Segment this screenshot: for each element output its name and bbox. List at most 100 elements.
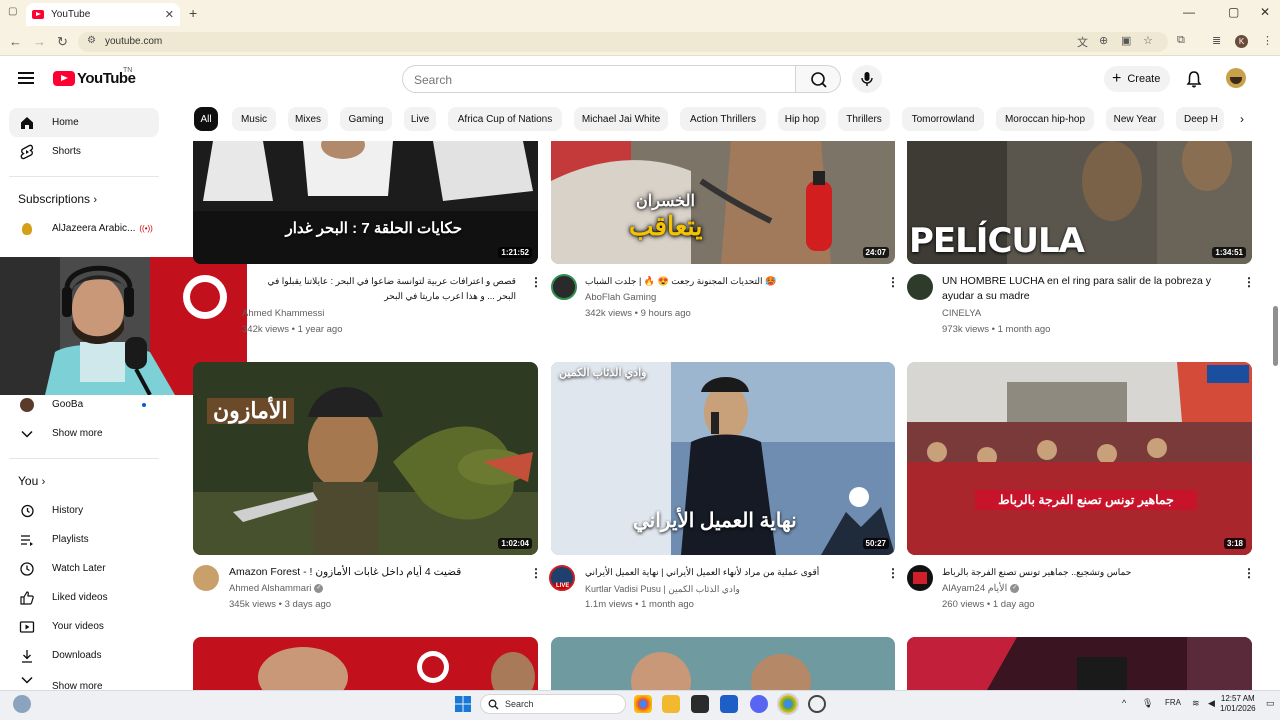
sidebar-item-downloads[interactable]: Downloads xyxy=(9,641,159,670)
taskbar-clock[interactable]: 12:57 AM 1/01/2026 xyxy=(1220,694,1256,714)
voice-search-button[interactable] xyxy=(852,65,882,93)
tab-search-icon[interactable]: ▢ xyxy=(8,6,17,17)
more-options-icon[interactable]: ⋮ xyxy=(1243,566,1255,580)
search-input[interactable]: Search xyxy=(402,65,796,93)
chip-mixes[interactable]: Mixes xyxy=(288,107,328,131)
extensions-icon[interactable]: ⧉ xyxy=(1177,34,1185,47)
notifications-tray-icon[interactable]: ▭ xyxy=(1266,698,1275,709)
video-channel[interactable]: Ahmed Khammessi xyxy=(242,306,324,322)
chrome-icon[interactable] xyxy=(634,695,652,713)
tab-close-icon[interactable]: ✕ xyxy=(165,8,174,21)
subscriptions-heading[interactable]: Subscriptions › xyxy=(18,192,97,206)
sidebar-item-home[interactable]: Home xyxy=(9,108,159,137)
browser-menu-icon[interactable]: ⋮ xyxy=(1262,34,1273,47)
chip-all[interactable]: All xyxy=(194,107,218,131)
reading-list-icon[interactable]: ≣ xyxy=(1212,34,1221,47)
chevron-right-icon[interactable]: › xyxy=(1240,112,1244,126)
store-icon[interactable] xyxy=(691,695,709,713)
weather-icon[interactable] xyxy=(13,695,31,713)
forward-icon[interactable]: → xyxy=(33,34,46,49)
bookmark-star-icon[interactable]: ☆ xyxy=(1143,34,1153,47)
search-button[interactable] xyxy=(795,65,841,93)
address-bar[interactable] xyxy=(78,32,1168,52)
youtube-logo[interactable]: YouTube TN xyxy=(53,67,136,87)
chip-thrillers[interactable]: Thrillers xyxy=(838,107,890,131)
video-thumbnail[interactable]: الأمازون 1:02:04 xyxy=(193,362,538,555)
sidebar-item-playlists[interactable]: Playlists xyxy=(9,525,159,554)
video-channel[interactable]: Kurtlar Vadisi Pusu | وادي الذئاب الكمين xyxy=(585,581,740,597)
chip-tomorrowland[interactable]: Tomorrowland xyxy=(902,107,984,131)
video-thumbnail[interactable] xyxy=(551,637,895,690)
more-options-icon[interactable]: ⋮ xyxy=(530,566,542,580)
chevron-up-icon[interactable]: ^ xyxy=(1122,698,1126,708)
sidebar-item-watch-later[interactable]: Watch Later xyxy=(9,554,159,583)
taskbar-search-input[interactable]: Search xyxy=(480,694,626,714)
file-explorer-icon[interactable] xyxy=(662,695,680,713)
discord-icon[interactable] xyxy=(750,695,768,713)
microphone-icon[interactable]: 🎙︎ xyxy=(1142,698,1153,709)
zoom-icon[interactable]: ⊕ xyxy=(1099,34,1108,47)
video-thumbnail[interactable]: وادي الذئاب الكمين نهاية العميل الأيراني… xyxy=(551,362,895,555)
video-thumbnail[interactable]: جماهير تونس تصنع الفرجة بالرباط 3:18 xyxy=(907,362,1252,555)
profile-avatar[interactable]: K xyxy=(1235,35,1248,48)
sidebar-item-your-videos[interactable]: Your videos xyxy=(9,612,159,641)
chip-africa-cup[interactable]: Africa Cup of Nations xyxy=(448,107,562,131)
url-text[interactable]: youtube.com xyxy=(105,36,162,47)
video-channel[interactable]: AlAyam24 الأيام ✓ xyxy=(942,581,1020,597)
maximize-button[interactable]: ▢ xyxy=(1228,5,1239,19)
back-icon[interactable]: ← xyxy=(9,34,22,49)
chip-music[interactable]: Music xyxy=(232,107,276,131)
channel-avatar[interactable] xyxy=(193,565,219,591)
video-title[interactable]: التحديات المجنونة رجعت 😍 🔥 | جلدت الشباب… xyxy=(585,274,867,289)
channel-avatar[interactable] xyxy=(907,565,933,591)
sidebar-item-shorts[interactable]: Shorts xyxy=(9,137,159,166)
video-thumbnail[interactable]: حكايات الحلقة 7 : البحر غدار 1:21:52 xyxy=(193,141,538,264)
video-channel[interactable]: Ahmed Alshammari ✓ xyxy=(229,581,324,597)
video-title[interactable]: أقوى عملية من مراد لأنهاء العميل الأيران… xyxy=(585,565,855,580)
more-options-icon[interactable]: ⋮ xyxy=(1243,275,1255,289)
page-scrollbar[interactable] xyxy=(1270,101,1280,690)
more-options-icon[interactable]: ⋮ xyxy=(887,275,899,289)
video-thumbnail[interactable] xyxy=(193,637,538,690)
you-heading[interactable]: You › xyxy=(18,474,45,488)
close-window-button[interactable]: ✕ xyxy=(1260,5,1270,19)
chip-michael-jai-white[interactable]: Michael Jai White xyxy=(574,107,668,131)
create-button[interactable]: + Create xyxy=(1104,66,1170,92)
mail-icon[interactable] xyxy=(720,695,738,713)
sidebar-item-liked-videos[interactable]: Liked videos xyxy=(9,583,159,612)
video-title[interactable]: حماس وتشجيع.. جماهير تونس تصنع الفرجة با… xyxy=(942,565,1232,580)
channel-avatar[interactable]: LIVE xyxy=(549,565,575,591)
windows-start-icon[interactable] xyxy=(455,696,473,714)
channel-avatar[interactable] xyxy=(907,274,933,300)
channel-avatar[interactable] xyxy=(551,274,577,300)
sidebar-item-history[interactable]: History xyxy=(9,496,159,525)
video-title[interactable]: قصص و اعترافات عربية لتوانسة ضاعوا في ال… xyxy=(248,274,516,304)
account-avatar[interactable] xyxy=(1226,68,1246,88)
video-channel[interactable]: AboFlah Gaming xyxy=(585,290,656,306)
reload-icon[interactable]: ↻ xyxy=(57,34,68,50)
sidebar-show-more-you[interactable]: Show more xyxy=(9,673,159,690)
scrollbar-thumb[interactable] xyxy=(1273,306,1278,366)
chip-action-thrillers[interactable]: Action Thrillers xyxy=(680,107,766,131)
chrome-active-icon[interactable] xyxy=(777,693,799,715)
language-indicator[interactable]: FRA xyxy=(1165,698,1181,707)
chip-deep-house[interactable]: Deep H xyxy=(1176,107,1224,131)
chip-hip-hop[interactable]: Hip hop xyxy=(778,107,826,131)
minimize-button[interactable]: — xyxy=(1183,5,1195,19)
wifi-icon[interactable]: ≋ xyxy=(1192,698,1200,709)
video-thumbnail[interactable]: الخسران يتعاقب 24:07 xyxy=(551,141,895,264)
chip-gaming[interactable]: Gaming xyxy=(340,107,392,131)
menu-icon[interactable] xyxy=(18,72,34,87)
chip-new-year[interactable]: New Year xyxy=(1106,107,1164,131)
more-options-icon[interactable]: ⋮ xyxy=(887,566,899,580)
notifications-button[interactable] xyxy=(1186,70,1202,93)
cast-icon[interactable]: ▣ xyxy=(1121,34,1131,47)
sidebar-show-more[interactable]: Show more xyxy=(9,419,159,448)
new-tab-button[interactable]: + xyxy=(189,5,197,21)
video-title[interactable]: UN HOMBRE LUCHA en el ring para salir de… xyxy=(942,274,1240,306)
video-title[interactable]: Amazon Forest - ! قضيت 4 أيام داخل غابات… xyxy=(229,565,519,580)
sidebar-subscription-aljazeera[interactable]: AlJazeera Arabic... ((•)) xyxy=(9,214,159,243)
translate-icon[interactable]: 文 xyxy=(1077,34,1088,50)
video-channel[interactable]: CINELYA xyxy=(942,306,981,322)
video-thumbnail[interactable]: PELÍCULA 1:34:51 xyxy=(907,141,1252,264)
